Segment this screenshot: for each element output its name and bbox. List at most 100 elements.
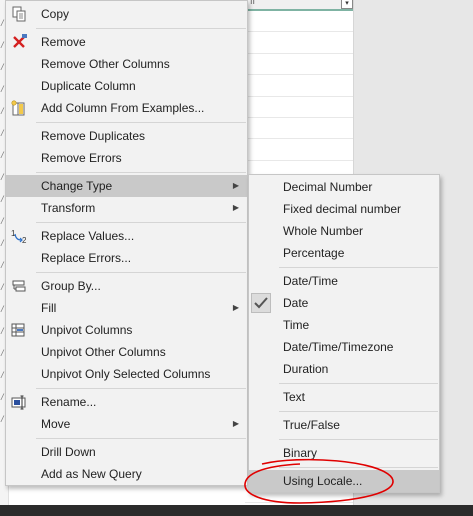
menu-item-add-as-new-query[interactable]: Add as New Query	[6, 463, 247, 485]
checkmark-icon	[251, 293, 271, 313]
menu-item-duplicate-column[interactable]: Duplicate Column	[6, 75, 247, 97]
menu-separator	[279, 267, 438, 268]
gutter-glyph: /	[1, 238, 4, 248]
submenu-item-using-locale[interactable]: Using Locale...	[249, 470, 439, 492]
copy-icon	[12, 6, 26, 22]
change-type-submenu: Decimal Number Fixed decimal number Whol…	[248, 174, 440, 493]
menu-label: Time	[283, 318, 310, 332]
menu-label: Add Column From Examples...	[41, 101, 205, 115]
menu-label: Remove	[41, 35, 86, 49]
menu-item-unpivot-only-selected-columns[interactable]: Unpivot Only Selected Columns	[6, 363, 247, 385]
gutter-glyph: /	[1, 216, 4, 226]
menu-separator	[36, 222, 246, 223]
menu-item-remove-other-columns[interactable]: Remove Other Columns	[6, 53, 247, 75]
menu-label: Fixed decimal number	[283, 202, 402, 216]
menu-separator	[279, 411, 438, 412]
menu-item-remove[interactable]: Remove	[6, 31, 247, 53]
submenu-item-duration[interactable]: Duration	[249, 358, 439, 380]
menu-label: Drill Down	[41, 445, 96, 459]
menu-label: Decimal Number	[283, 180, 373, 194]
column-filter-dropdown-icon[interactable]: ▾	[341, 0, 353, 9]
gutter-glyph: /	[1, 392, 4, 402]
status-bar	[0, 505, 473, 516]
replace-values-icon: 1 2	[11, 229, 27, 244]
menu-label: Change Type	[41, 179, 113, 193]
menu-item-transform[interactable]: Transform ▶	[6, 197, 247, 219]
menu-item-replace-errors[interactable]: Replace Errors...	[6, 247, 247, 269]
menu-item-add-column-from-examples[interactable]: Add Column From Examples...	[6, 97, 247, 119]
submenu-arrow-icon: ▶	[232, 181, 239, 190]
menu-separator	[279, 439, 438, 440]
menu-label: Remove Other Columns	[41, 57, 170, 71]
submenu-item-percentage[interactable]: Percentage	[249, 242, 439, 264]
menu-item-rename[interactable]: Rename...	[6, 391, 247, 413]
menu-item-change-type[interactable]: Change Type ▶	[6, 175, 247, 197]
menu-item-group-by[interactable]: Group By...	[6, 275, 247, 297]
menu-label: True/False	[283, 418, 340, 432]
menu-separator	[36, 172, 246, 173]
remove-x-icon	[13, 34, 27, 48]
menu-separator	[36, 28, 246, 29]
gutter-glyph: /	[1, 326, 4, 336]
menu-separator	[36, 388, 246, 389]
submenu-item-binary[interactable]: Binary	[249, 442, 439, 464]
gutter-glyph: /	[1, 106, 4, 116]
menu-label: Rename...	[41, 395, 97, 409]
menu-item-replace-values[interactable]: 1 2 Replace Values...	[6, 225, 247, 247]
column-header[interactable]: ıı ▾	[245, 0, 353, 11]
menu-separator	[36, 272, 246, 273]
menu-label: Move	[41, 417, 71, 431]
submenu-item-whole-number[interactable]: Whole Number	[249, 220, 439, 242]
menu-item-remove-duplicates[interactable]: Remove Duplicates	[6, 125, 247, 147]
menu-item-drill-down[interactable]: Drill Down	[6, 441, 247, 463]
menu-label: Date	[283, 296, 309, 310]
menu-separator	[36, 438, 246, 439]
menu-item-move[interactable]: Move ▶	[6, 413, 247, 435]
menu-label: Unpivot Other Columns	[41, 345, 166, 359]
menu-label: Transform	[41, 201, 96, 215]
submenu-item-date-time[interactable]: Date/Time	[249, 270, 439, 292]
group-by-icon	[12, 280, 26, 292]
gutter-glyph: /	[1, 414, 4, 424]
column-header-text: ıı	[250, 0, 256, 6]
gutter-glyph: /	[1, 194, 4, 204]
menu-item-copy[interactable]: Copy	[6, 3, 247, 25]
submenu-item-date-time-timezone[interactable]: Date/Time/Timezone	[249, 336, 439, 358]
menu-separator	[279, 383, 438, 384]
menu-item-unpivot-other-columns[interactable]: Unpivot Other Columns	[6, 341, 247, 363]
menu-item-unpivot-columns[interactable]: Unpivot Columns	[6, 319, 247, 341]
submenu-item-true-false[interactable]: True/False	[249, 414, 439, 436]
submenu-arrow-icon: ▶	[232, 419, 239, 428]
menu-label: Replace Values...	[41, 229, 135, 243]
gutter-glyph: /	[1, 282, 4, 292]
gutter-glyph: /	[1, 348, 4, 358]
rename-icon	[11, 395, 26, 410]
submenu-item-fixed-decimal-number[interactable]: Fixed decimal number	[249, 198, 439, 220]
menu-label: Unpivot Only Selected Columns	[41, 367, 211, 381]
submenu-item-decimal-number[interactable]: Decimal Number	[249, 176, 439, 198]
gutter-glyph: /	[1, 150, 4, 160]
menu-item-fill[interactable]: Fill ▶	[6, 297, 247, 319]
add-column-examples-icon	[11, 100, 25, 116]
submenu-item-text[interactable]: Text	[249, 386, 439, 408]
menu-label: Fill	[41, 301, 57, 315]
submenu-item-date[interactable]: Date	[249, 292, 439, 314]
menu-label: Percentage	[283, 246, 345, 260]
submenu-item-time[interactable]: Time	[249, 314, 439, 336]
menu-label: Duplicate Column	[41, 79, 136, 93]
menu-label: Date/Time/Timezone	[283, 340, 394, 354]
menu-label: Binary	[283, 446, 318, 460]
gutter-glyph: /	[1, 260, 4, 270]
unpivot-icon	[11, 323, 25, 337]
gutter-glyph: /	[1, 172, 4, 182]
menu-item-remove-errors[interactable]: Remove Errors	[6, 147, 247, 169]
gutter-glyph: /	[1, 62, 4, 72]
gutter-glyph: /	[1, 128, 4, 138]
menu-label: Copy	[41, 7, 70, 21]
menu-label: Add as New Query	[41, 467, 142, 481]
svg-text:2: 2	[22, 236, 27, 244]
menu-label: Replace Errors...	[41, 251, 132, 265]
menu-label: Duration	[283, 362, 329, 376]
menu-label: Whole Number	[283, 224, 364, 238]
menu-separator	[36, 122, 246, 123]
